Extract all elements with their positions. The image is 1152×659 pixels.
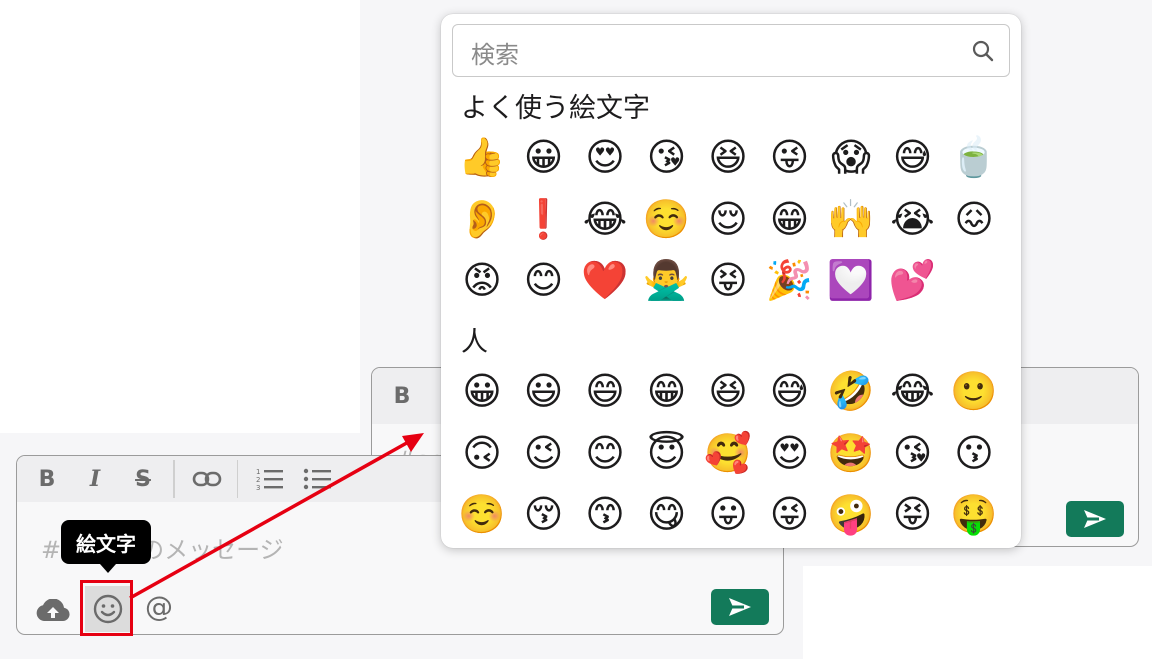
emoji-item[interactable]: 🙂: [947, 364, 1001, 418]
emoji-item[interactable]: ❤️: [578, 253, 632, 307]
emoji-item[interactable]: 🤪: [824, 487, 878, 541]
emoji-item[interactable]: 👂: [455, 192, 509, 246]
emoji-item[interactable]: 😝: [886, 487, 940, 541]
emoji-item[interactable]: 😆: [701, 364, 755, 418]
emoji-item[interactable]: 😅: [886, 130, 940, 184]
emoji-item[interactable]: ❗: [517, 192, 571, 246]
emoji-item[interactable]: 😜: [763, 130, 817, 184]
emoji-item[interactable]: 😛: [701, 487, 755, 541]
emoji-item[interactable]: 😍: [763, 426, 817, 480]
emoji-item[interactable]: 😍: [578, 130, 632, 184]
emoji-item[interactable]: 😄: [578, 364, 632, 418]
emoji-picker: 検索 よく使う絵文字 👍 😀 😍 😘 😆 😜 😱 😅 🍵 👂 ❗ 😂 ☺️ 😌 😁 🙌 😭 😖 😡 😊 ❤️ 🙅‍♂️ 😝 🎉…: [441, 14, 1021, 548]
emoji-search-input[interactable]: 検索: [452, 24, 1010, 77]
emoji-item[interactable]: 👍: [455, 130, 509, 184]
emoji-item[interactable]: 🙌: [824, 192, 878, 246]
emoji-item[interactable]: 😚: [517, 487, 571, 541]
emoji-item[interactable]: 😘: [640, 130, 694, 184]
section-title-frequent: よく使う絵文字: [461, 93, 650, 124]
search-icon: [971, 39, 995, 67]
emoji-item[interactable]: 😖: [947, 192, 1001, 246]
emoji-item[interactable]: 😊: [578, 426, 632, 480]
emoji-item[interactable]: 😙: [578, 487, 632, 541]
emoji-item[interactable]: 😂: [578, 192, 632, 246]
screenshot-stage: B #sp B I S 123 #へのメッセージ: [0, 0, 1152, 659]
emoji-item[interactable]: 😘: [886, 426, 940, 480]
emoji-search-placeholder: 検索: [471, 41, 519, 69]
emoji-item[interactable]: 🙅‍♂️: [640, 253, 694, 307]
emoji-item[interactable]: 🤩: [824, 426, 878, 480]
emoji-item[interactable]: 😝: [701, 253, 755, 307]
emoji-item[interactable]: 🍵: [947, 130, 1001, 184]
emoji-item[interactable]: 😅: [763, 364, 817, 418]
emoji-item[interactable]: 😀: [455, 364, 509, 418]
emoji-item[interactable]: 🤣: [824, 364, 878, 418]
emoji-item[interactable]: 🙃: [455, 426, 509, 480]
emoji-item[interactable]: 🥰: [701, 426, 755, 480]
emoji-item[interactable]: 🤑: [947, 487, 1001, 541]
emoji-item[interactable]: 😊: [517, 253, 571, 307]
emoji-item[interactable]: 😭: [886, 192, 940, 246]
emoji-item[interactable]: ☺️: [640, 192, 694, 246]
emoji-item[interactable]: 😌: [701, 192, 755, 246]
emoji-item[interactable]: 😱: [824, 130, 878, 184]
emoji-item[interactable]: ☺️: [455, 487, 509, 541]
emoji-item[interactable]: 🎉: [763, 253, 817, 307]
section-title-people: 人: [461, 327, 488, 358]
emoji-item[interactable]: 💕: [886, 253, 940, 307]
emoji-item[interactable]: 😇: [640, 426, 694, 480]
emoji-item[interactable]: 😆: [701, 130, 755, 184]
emoji-item[interactable]: 😗: [947, 426, 1001, 480]
emoji-item[interactable]: 💟: [824, 253, 878, 307]
emoji-item[interactable]: 😂: [886, 364, 940, 418]
emoji-item[interactable]: 😜: [763, 487, 817, 541]
emoji-item[interactable]: 😉: [517, 426, 571, 480]
emoji-item[interactable]: 😃: [517, 364, 571, 418]
emoji-item[interactable]: 😋: [640, 487, 694, 541]
emoji-item[interactable]: 😁: [763, 192, 817, 246]
emoji-item[interactable]: 😀: [517, 130, 571, 184]
emoji-item[interactable]: 😁: [640, 364, 694, 418]
emoji-item[interactable]: 😡: [455, 253, 509, 307]
